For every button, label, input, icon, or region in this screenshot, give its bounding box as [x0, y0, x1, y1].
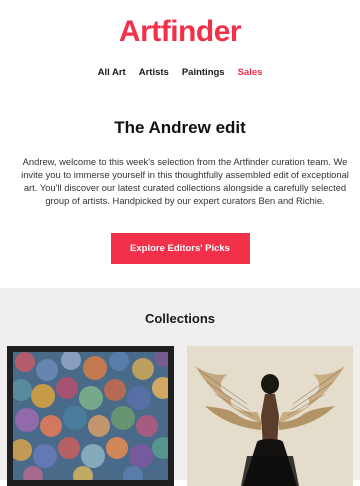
artfinder-logo[interactable]: Artfinder — [119, 15, 242, 49]
hero-body: Andrew, welcome to this week's selection… — [21, 156, 349, 206]
collections-title: Collections — [144, 311, 216, 326]
winged-figure-painting-image — [187, 346, 353, 486]
nav-sales[interactable]: Sales — [238, 67, 263, 78]
collection-artwork-abstract[interactable] — [7, 346, 174, 486]
explore-editors-picks-button[interactable]: Explore Editors' Picks — [110, 233, 250, 264]
email-header: Artfinder — [0, 0, 360, 60]
collection-artwork-angel[interactable] — [187, 346, 353, 486]
nav-artists[interactable]: Artists — [139, 67, 169, 78]
cta-wrap: Explore Editors' Picks — [0, 233, 360, 264]
abstract-painting-image — [13, 352, 168, 480]
main-nav: All Art Artists Paintings Sales — [0, 60, 360, 84]
hero-section: The Andrew edit Andrew, welcome to this … — [0, 84, 360, 207]
nav-paintings[interactable]: Paintings — [182, 67, 225, 78]
hero-title: The Andrew edit — [114, 118, 246, 137]
nav-all-art[interactable]: All Art — [98, 67, 126, 78]
collections-section: Collections — [0, 288, 360, 486]
